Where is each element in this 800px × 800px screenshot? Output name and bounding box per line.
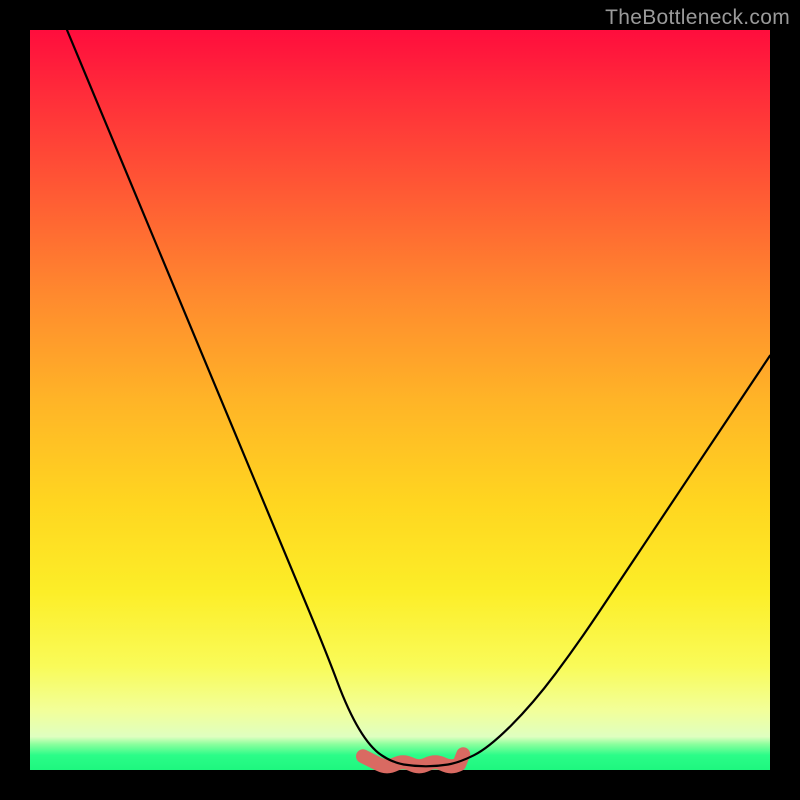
bottleneck-curve [67, 30, 770, 766]
chart-frame: TheBottleneck.com [0, 0, 800, 800]
curve-layer [30, 30, 770, 770]
watermark-text: TheBottleneck.com [605, 6, 790, 30]
